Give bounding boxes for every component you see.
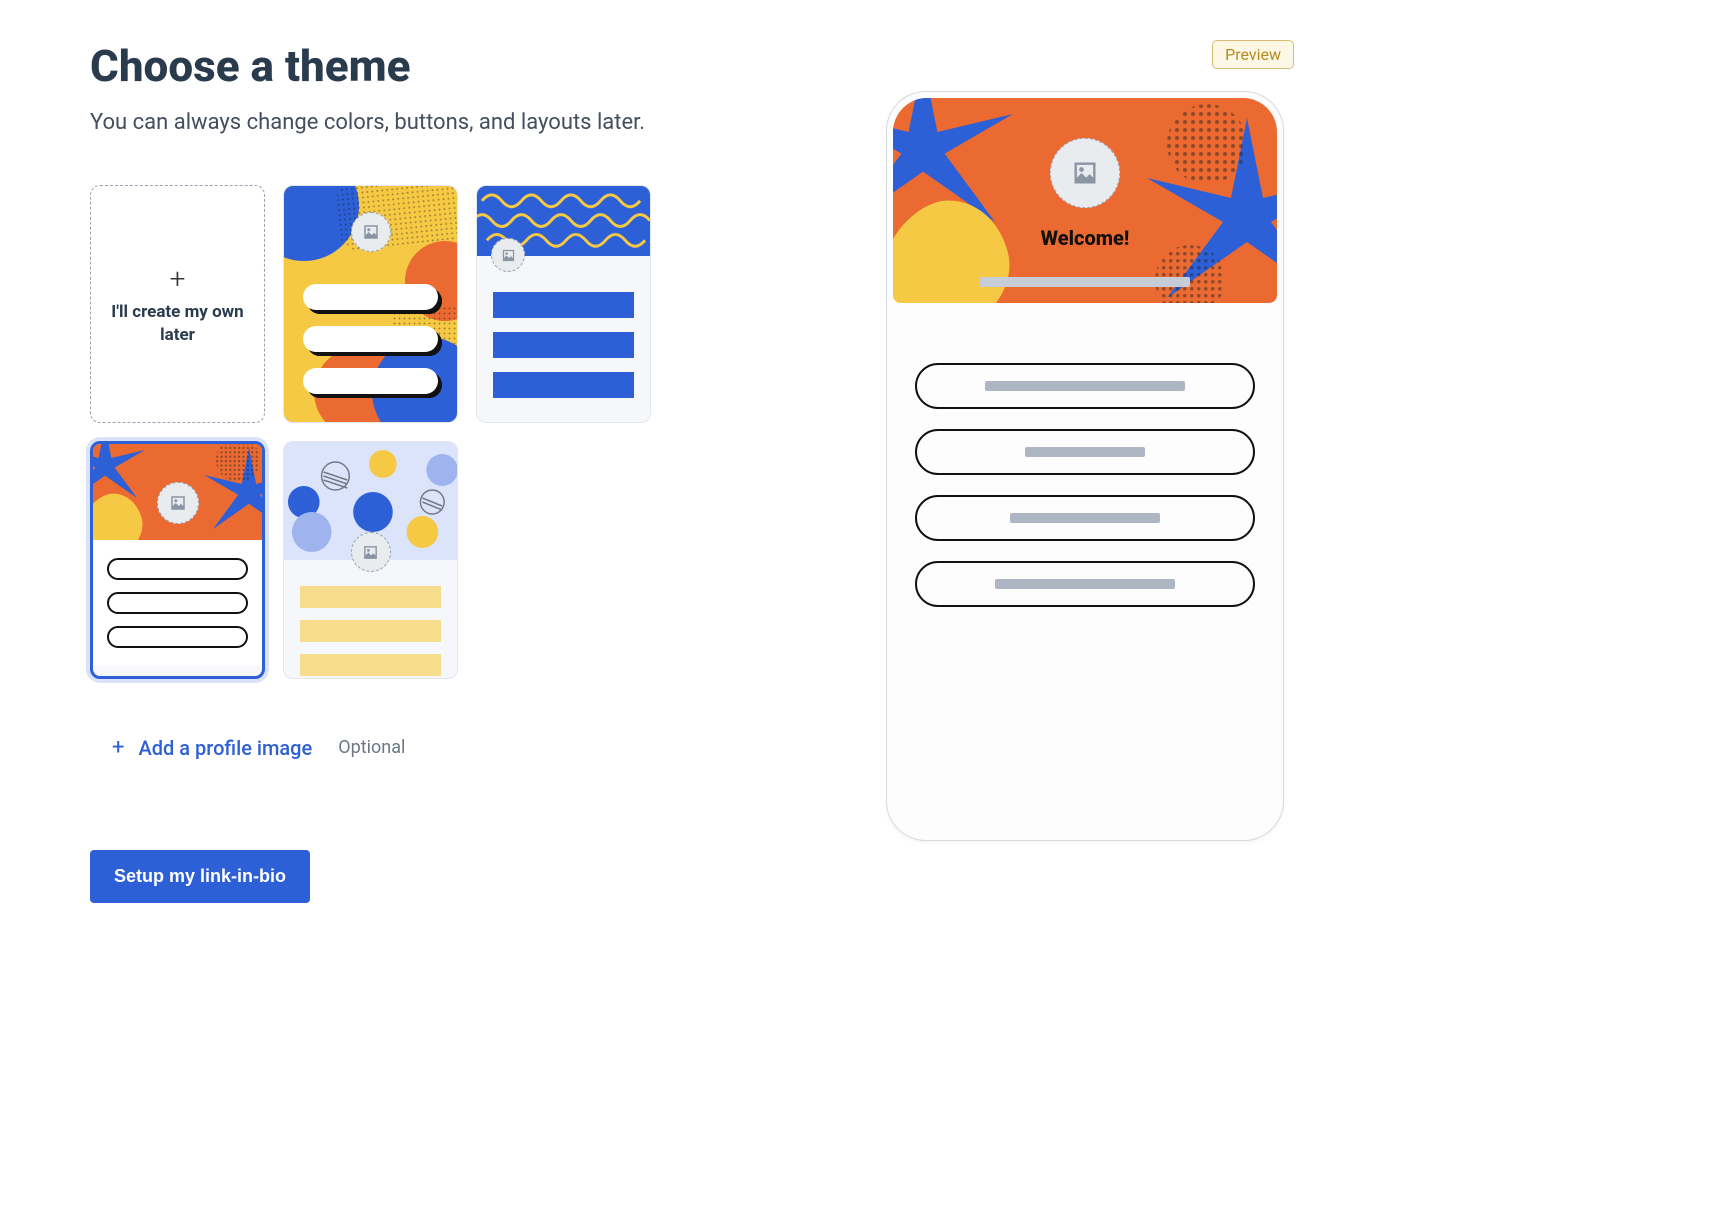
preview-links: [887, 303, 1283, 667]
preview-badge: Preview: [1212, 40, 1294, 69]
preview-link-item: [915, 495, 1255, 541]
theme-grid: + I'll create my own later: [90, 185, 810, 679]
plus-icon: +: [112, 735, 124, 760]
preview-subtitle-placeholder: [980, 277, 1190, 287]
add-profile-image-label: Add a profile image: [138, 736, 312, 760]
preview-phone: Welcome!: [886, 91, 1284, 841]
image-icon: [351, 532, 391, 572]
page-title: Choose a theme: [90, 40, 810, 92]
plus-icon: +: [170, 262, 186, 295]
image-icon: [157, 482, 199, 524]
add-profile-image-link[interactable]: + Add a profile image: [112, 735, 312, 760]
optional-label: Optional: [338, 737, 405, 758]
theme-card-own[interactable]: + I'll create my own later: [90, 185, 265, 423]
preview-link-item: [915, 363, 1255, 409]
theme-card-orange-outline[interactable]: [90, 441, 265, 679]
image-icon: [351, 212, 391, 252]
setup-button[interactable]: Setup my link-in-bio: [90, 850, 310, 903]
image-icon: [491, 238, 525, 272]
page-subtitle: You can always change colors, buttons, a…: [90, 110, 810, 135]
preview-link-item: [915, 561, 1255, 607]
preview-welcome-text: Welcome!: [893, 226, 1277, 250]
image-icon: [1050, 138, 1120, 208]
preview-link-item: [915, 429, 1255, 475]
theme-card-blue-bars[interactable]: [476, 185, 651, 423]
theme-own-label: I'll create my own later: [101, 301, 254, 347]
theme-card-yellow[interactable]: [283, 185, 458, 423]
theme-card-dots-yellow[interactable]: [283, 441, 458, 679]
